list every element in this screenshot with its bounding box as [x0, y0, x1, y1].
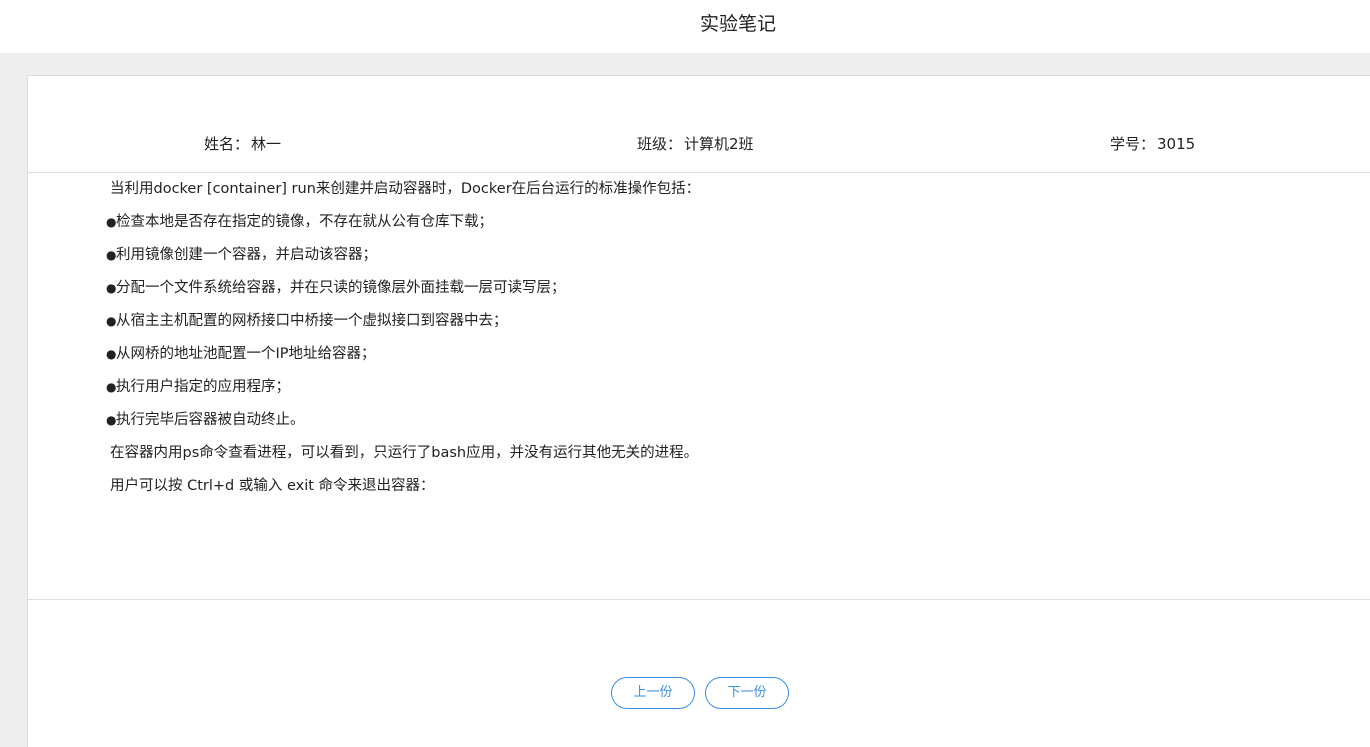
list-item: ●检查本地是否存在指定的镜像，不存在就从公有仓库下载； — [106, 211, 1306, 244]
list-item-text: 检查本地是否存在指定的镜像，不存在就从公有仓库下载； — [116, 214, 493, 230]
student-name: 姓名： 林一 — [204, 134, 281, 154]
top-bar: 实验笔记 — [0, 0, 1370, 53]
content-divider — [28, 599, 1370, 600]
bullet-icon: ● — [106, 248, 117, 262]
list-item-text: 从网桥的地址池配置一个IP地址给容器； — [116, 346, 376, 362]
note-paragraph-exit: 用户可以按 Ctrl+d 或输入 exit 命令来退出容器： — [110, 478, 435, 494]
list-item: ●执行用户指定的应用程序； — [106, 376, 1306, 409]
note-card: 姓名： 林一 班级： 计算机2班 学号： 3015 当利用docker [contai… — [27, 75, 1370, 747]
bullet-icon: ● — [106, 347, 117, 361]
note-intro: 当利用docker [container] run来创建并启动容器时，Docke… — [110, 181, 701, 197]
student-id-label: 学号： — [1110, 135, 1156, 153]
student-class-label: 班级： — [637, 135, 683, 153]
bullet-icon: ● — [106, 215, 117, 229]
list-item: ●分配一个文件系统给容器，并在只读的镜像层外面挂载一层可读写层； — [106, 277, 1306, 310]
list-item: ●利用镜像创建一个容器，并启动该容器； — [106, 244, 1306, 277]
list-item-text: 执行完毕后容器被自动终止。 — [116, 412, 305, 428]
list-item-text: 执行用户指定的应用程序； — [116, 379, 290, 395]
note-paragraph-ps: 在容器内用ps命令查看进程，可以看到，只运行了bash应用，并没有运行其他无关的… — [110, 445, 699, 461]
student-id-value: 3015 — [1157, 135, 1196, 153]
bullet-icon: ● — [106, 380, 117, 394]
student-id: 学号： 3015 — [1110, 134, 1195, 154]
list-item-text: 从宿主主机配置的网桥接口中桥接一个虚拟接口到容器中去； — [116, 313, 508, 329]
note-content: 当利用docker [container] run来创建并启动容器时，Docke… — [106, 178, 1306, 508]
list-item-text: 利用镜像创建一个容器，并启动该容器； — [116, 247, 377, 263]
bullet-icon: ● — [106, 281, 117, 295]
list-item: ●执行完毕后容器被自动终止。 — [106, 409, 1306, 442]
student-class: 班级： 计算机2班 — [637, 134, 754, 154]
student-name-value: 林一 — [251, 135, 282, 153]
bullet-icon: ● — [106, 314, 117, 328]
list-item: ●从网桥的地址池配置一个IP地址给容器； — [106, 343, 1306, 376]
student-info-row: 姓名： 林一 班级： 计算机2班 学号： 3015 — [28, 76, 1370, 173]
prev-note-button[interactable]: 上一份 — [611, 677, 695, 709]
student-class-value: 计算机2班 — [684, 135, 754, 153]
bullet-icon: ● — [106, 413, 117, 427]
student-name-label: 姓名： — [204, 135, 250, 153]
next-note-button[interactable]: 下一份 — [705, 677, 789, 709]
list-item-text: 分配一个文件系统给容器，并在只读的镜像层外面挂载一层可读写层； — [116, 280, 566, 296]
page-title: 实验笔记 — [699, 13, 776, 35]
list-item: ●从宿主主机配置的网桥接口中桥接一个虚拟接口到容器中去； — [106, 310, 1306, 343]
